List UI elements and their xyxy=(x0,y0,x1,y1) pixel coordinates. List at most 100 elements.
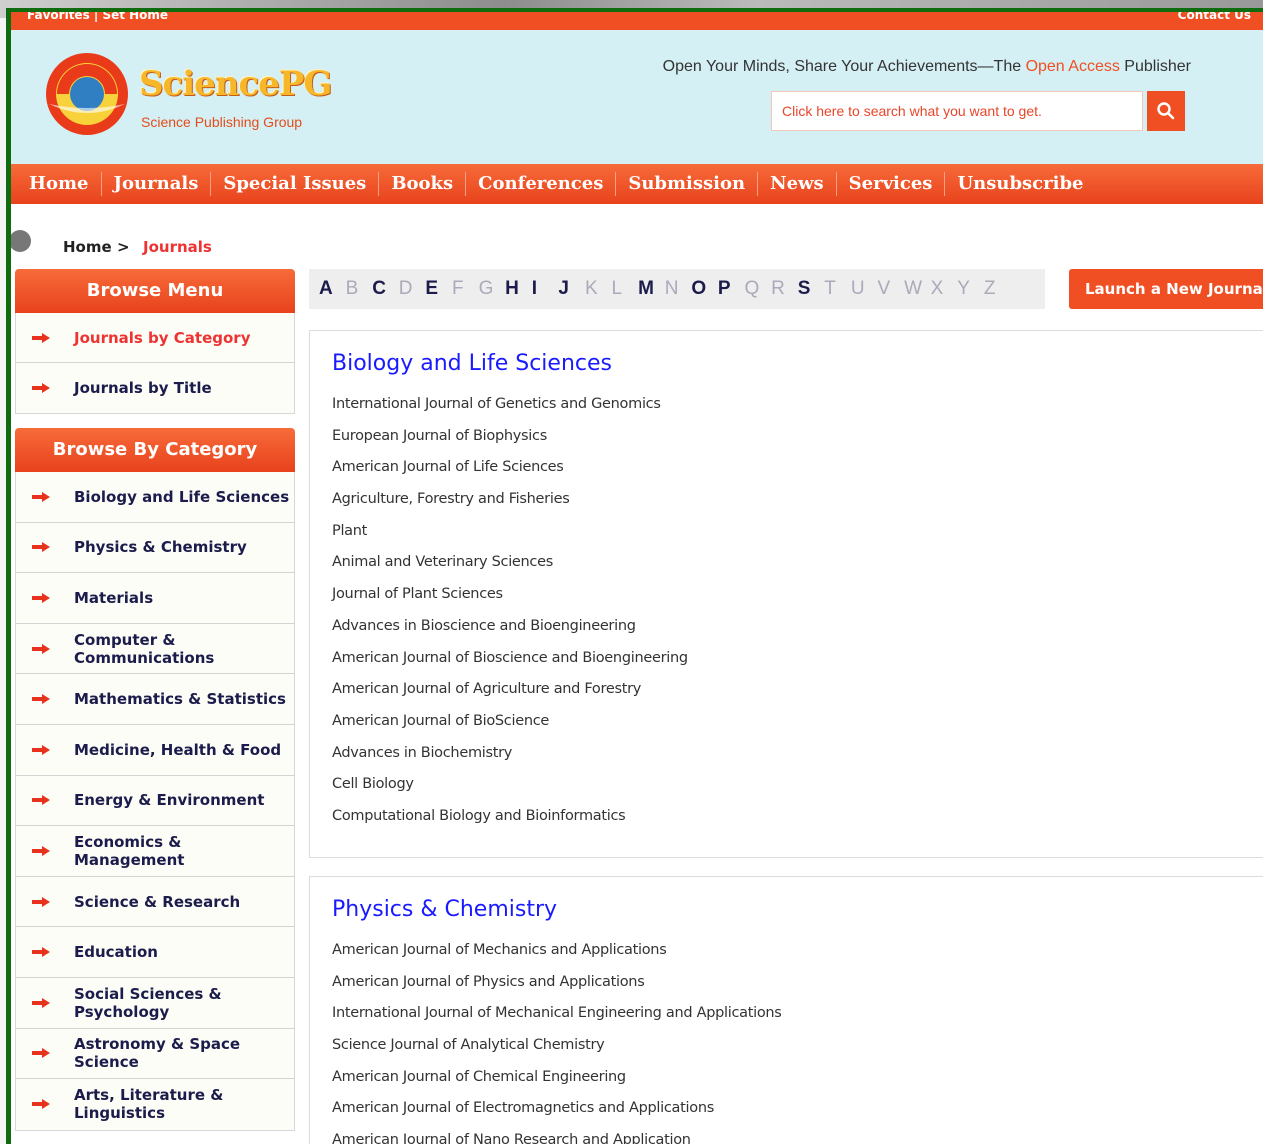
search-button[interactable] xyxy=(1147,91,1185,131)
category-item[interactable]: Arts, Literature & Linguistics xyxy=(16,1079,294,1130)
favorites-links[interactable]: Favorites | Set Home xyxy=(27,12,168,21)
journal-link[interactable]: American Journal of BioScience xyxy=(332,711,1263,743)
journal-link[interactable]: American Journal of Electromagnetics and… xyxy=(332,1098,1263,1130)
letter-filter-c[interactable]: C xyxy=(372,278,399,300)
category-item[interactable]: Social Sciences & Psychology xyxy=(16,978,294,1029)
letter-filter-d[interactable]: D xyxy=(399,278,426,300)
nav-books[interactable]: Books xyxy=(379,172,467,196)
letter-filter-j[interactable]: J xyxy=(558,278,585,300)
journal-link[interactable]: Agriculture, Forestry and Fisheries xyxy=(332,489,1263,521)
letter-filter-f[interactable]: F xyxy=(452,278,479,300)
site-slogan: Open Your Minds, Share Your Achievements… xyxy=(663,58,1191,76)
journal-link[interactable]: American Journal of Bioscience and Bioen… xyxy=(332,648,1263,680)
journal-link[interactable]: Animal and Veterinary Sciences xyxy=(332,552,1263,584)
nav-services[interactable]: Services xyxy=(837,172,946,196)
letter-filter-g[interactable]: G xyxy=(479,278,506,300)
search-input[interactable]: Click here to search what you want to ge… xyxy=(771,91,1143,131)
letter-filter-l[interactable]: L xyxy=(612,278,639,300)
letter-filter-w[interactable]: W xyxy=(904,278,931,300)
letter-filter-e[interactable]: E xyxy=(425,278,452,300)
sidebar: Browse Menu Journals by Category Journal… xyxy=(15,269,295,1131)
letter-filter-y[interactable]: Y xyxy=(957,278,984,300)
letter-filter-u[interactable]: U xyxy=(851,278,878,300)
letter-filter-q[interactable]: Q xyxy=(745,278,772,300)
launch-journal-button[interactable]: Launch a New Journal xyxy=(1069,269,1263,309)
logo-text[interactable]: SciencePG xyxy=(139,64,332,104)
letter-filter-i[interactable]: I xyxy=(532,278,559,300)
section-title[interactable]: Physics & Chemistry xyxy=(332,897,1263,922)
journal-link[interactable]: Advances in Biochemistry xyxy=(332,743,1263,775)
journal-link[interactable]: Computational Biology and Bioinformatics xyxy=(332,806,1263,838)
journal-link[interactable]: Cell Biology xyxy=(332,774,1263,806)
sidebar-item-label: Journals by Category xyxy=(74,328,251,347)
category-item[interactable]: Astronomy & Space Science xyxy=(16,1029,294,1080)
letter-filter-r[interactable]: R xyxy=(771,278,798,300)
nav-home[interactable]: Home xyxy=(17,172,102,196)
category-label: Energy & Environment xyxy=(74,791,265,810)
journal-link[interactable]: International Journal of Genetics and Ge… xyxy=(332,394,1263,426)
nav-unsubscribe[interactable]: Unsubscribe xyxy=(945,172,1095,196)
category-item[interactable]: Mathematics & Statistics xyxy=(16,674,294,725)
nav-news[interactable]: News xyxy=(758,172,837,196)
category-item[interactable]: Materials xyxy=(16,573,294,624)
journal-link[interactable]: American Journal of Mechanics and Applic… xyxy=(332,940,1263,972)
arrow-right-icon xyxy=(32,845,50,856)
category-label: Astronomy & Space Science xyxy=(74,1035,241,1072)
browse-menu-heading: Browse Menu xyxy=(15,269,295,313)
category-label: Biology and Life Sciences xyxy=(74,487,290,506)
journal-link[interactable]: Advances in Bioscience and Bioengineerin… xyxy=(332,616,1263,648)
section-title[interactable]: Biology and Life Sciences xyxy=(332,351,1263,376)
arrow-right-icon xyxy=(32,1048,50,1059)
letter-filter-m[interactable]: M xyxy=(638,278,665,300)
category-item[interactable]: Physics & Chemistry xyxy=(16,523,294,574)
letter-filter-n[interactable]: N xyxy=(665,278,692,300)
contact-us-link[interactable]: Contact Us xyxy=(1178,12,1251,21)
nav-journals[interactable]: Journals xyxy=(102,172,212,196)
category-item[interactable]: Computer & Communications xyxy=(16,624,294,675)
journal-link[interactable]: Science Journal of Analytical Chemistry xyxy=(332,1035,1263,1067)
category-item[interactable]: Science & Research xyxy=(16,877,294,928)
category-item[interactable]: Energy & Environment xyxy=(16,776,294,827)
letter-filter-v[interactable]: V xyxy=(877,278,904,300)
nav-submission[interactable]: Submission xyxy=(616,172,759,196)
category-item[interactable]: Medicine, Health & Food xyxy=(16,725,294,776)
category-label: Materials xyxy=(74,588,154,607)
category-item[interactable]: Economics & Management xyxy=(16,826,294,877)
journal-link[interactable]: American Journal of Nano Research and Ap… xyxy=(332,1130,1263,1144)
category-label: Arts, Literature & Linguistics xyxy=(74,1086,224,1123)
letter-filter-a[interactable]: A xyxy=(319,278,346,300)
journal-link[interactable]: Plant xyxy=(332,521,1263,553)
sidebar-item-journals-by-title[interactable]: Journals by Title xyxy=(16,363,294,413)
browse-menu-list: Journals by Category Journals by Title xyxy=(15,313,295,414)
letter-filter-k[interactable]: K xyxy=(585,278,612,300)
category-item[interactable]: Education xyxy=(16,927,294,978)
letter-filter-t[interactable]: T xyxy=(824,278,851,300)
letter-filter-z[interactable]: Z xyxy=(984,278,1011,300)
sidebar-item-journals-by-category[interactable]: Journals by Category xyxy=(16,313,294,363)
letter-filter-s[interactable]: S xyxy=(798,278,825,300)
letter-filter-p[interactable]: P xyxy=(718,278,745,300)
nav-conferences[interactable]: Conferences xyxy=(466,172,617,196)
category-label: Education xyxy=(74,943,158,962)
sidebar-item-label: Journals by Title xyxy=(74,379,212,397)
arrow-right-icon xyxy=(32,795,50,806)
journal-list: International Journal of Genetics and Ge… xyxy=(332,394,1263,838)
category-item[interactable]: Biology and Life Sciences xyxy=(16,472,294,523)
journal-link[interactable]: American Journal of Agriculture and Fore… xyxy=(332,679,1263,711)
breadcrumb-home[interactable]: Home xyxy=(63,238,112,256)
main-nav: Home Journals Special Issues Books Confe… xyxy=(11,164,1263,204)
browse-category-list: Biology and Life Sciences Physics & Chem… xyxy=(15,472,295,1131)
category-label: Science & Research xyxy=(74,892,241,911)
journal-link[interactable]: American Journal of Physics and Applicat… xyxy=(332,972,1263,1004)
journal-link[interactable]: European Journal of Biophysics xyxy=(332,426,1263,458)
journal-link[interactable]: American Journal of Life Sciences xyxy=(332,457,1263,489)
journal-link[interactable]: International Journal of Mechanical Engi… xyxy=(332,1003,1263,1035)
letter-filter-h[interactable]: H xyxy=(505,278,532,300)
letter-filter-x[interactable]: X xyxy=(931,278,958,300)
letter-filter-o[interactable]: O xyxy=(691,278,718,300)
nav-special-issues[interactable]: Special Issues xyxy=(211,172,380,196)
sciencepg-logo-icon[interactable] xyxy=(45,52,129,136)
letter-filter-b[interactable]: B xyxy=(346,278,373,300)
journal-link[interactable]: Journal of Plant Sciences xyxy=(332,584,1263,616)
journal-link[interactable]: American Journal of Chemical Engineering xyxy=(332,1067,1263,1099)
